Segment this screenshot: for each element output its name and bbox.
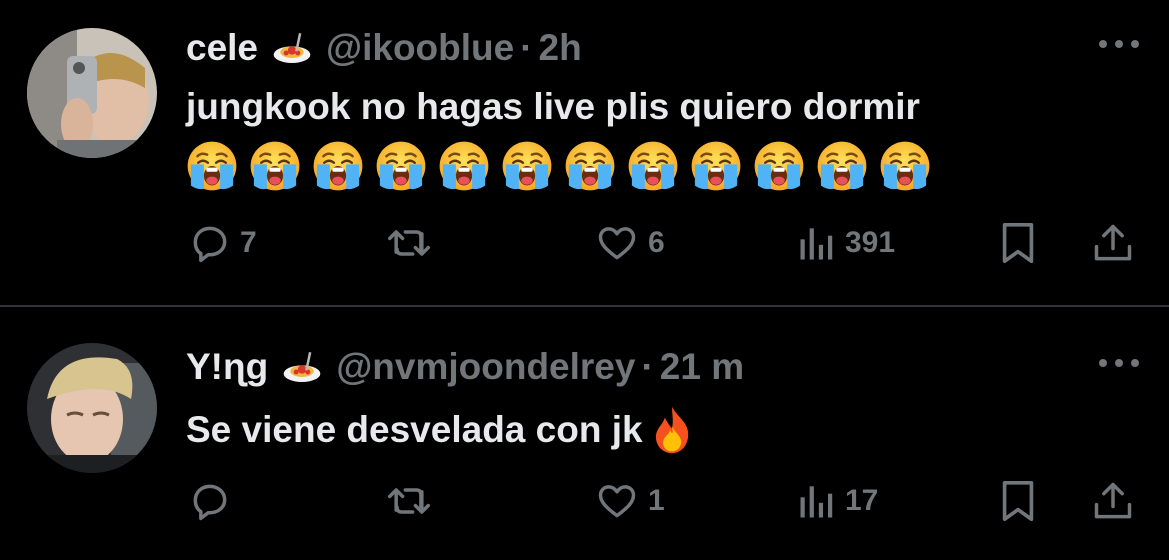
handle[interactable]: @ikooblue [326,27,514,69]
crying-face-icon [501,140,553,192]
heart-icon [598,485,636,518]
share-icon [1094,224,1132,261]
bookmark-icon [1002,480,1034,522]
tweet-text: Se viene desvelada con jk [186,409,643,450]
reply-icon [193,484,227,521]
spaghetti-icon [282,350,322,384]
views-button[interactable]: 391 [797,218,895,268]
separator: · [520,27,533,68]
crying-face-icon [375,140,427,192]
crying-face-icon [879,140,931,192]
action-bar: 1 17 [186,476,1140,526]
views-icon [800,486,833,518]
tweet[interactable]: Y!ɳg @nvmjoondelrey · 21 m Se viene desv… [0,307,1169,560]
spaghetti-icon [272,31,312,65]
crying-face-icon [564,140,616,192]
tweet-header: Y!ɳg @nvmjoondelrey · 21 m [186,345,744,389]
retweet-button[interactable] [384,476,434,526]
retweet-icon [388,488,430,514]
retweet-button[interactable] [384,218,434,268]
fire-icon [649,405,695,455]
share-button[interactable] [1091,476,1135,526]
crying-face-icon [249,140,301,192]
tweet-header: cele @ikooblue · 2h [186,26,582,70]
action-bar: 7 6 391 [186,218,1140,268]
reply-button[interactable]: 7 [188,218,257,268]
more-icon[interactable] [1099,353,1139,373]
tweet-body: Se viene desvelada con jk [186,405,695,455]
tweet[interactable]: cele @ikooblue · 2h jungkook no hagas li… [0,0,1169,305]
avatar[interactable] [27,343,157,473]
like-button[interactable]: 1 [594,476,665,526]
reply-count: 7 [240,226,257,259]
crying-face-icon [753,140,805,192]
crying-face-icon [186,140,238,192]
retweet-icon [388,230,430,256]
views-button[interactable]: 17 [797,476,878,526]
like-button[interactable]: 6 [594,218,665,268]
view-count: 17 [845,484,879,517]
heart-icon [598,227,636,260]
avatar[interactable] [27,28,157,158]
separator: · [641,346,654,387]
bookmark-icon [1002,222,1034,264]
share-button[interactable] [1091,218,1135,268]
crying-face-icon [816,140,868,192]
timestamp[interactable]: 2h [539,27,582,69]
like-count: 1 [648,484,665,517]
reply-button[interactable] [188,476,232,526]
crying-face-icon [312,140,364,192]
crying-face-icon [690,140,742,192]
crying-face-icon [438,140,490,192]
reply-icon [193,226,227,263]
bookmark-button[interactable] [998,218,1038,268]
crying-face-icon [627,140,679,192]
view-count: 391 [845,226,896,259]
views-icon [800,228,833,260]
share-icon [1094,482,1132,519]
bookmark-button[interactable] [998,476,1038,526]
tweet-text: jungkook no hagas live plis quiero dormi… [186,86,920,127]
like-count: 6 [648,226,665,259]
emoji-row [186,140,931,192]
timestamp[interactable]: 21 m [660,346,744,388]
more-icon[interactable] [1099,34,1139,54]
handle[interactable]: @nvmjoondelrey [336,346,635,388]
display-name[interactable]: cele [186,27,258,69]
display-name[interactable]: Y!ɳg [186,346,268,388]
